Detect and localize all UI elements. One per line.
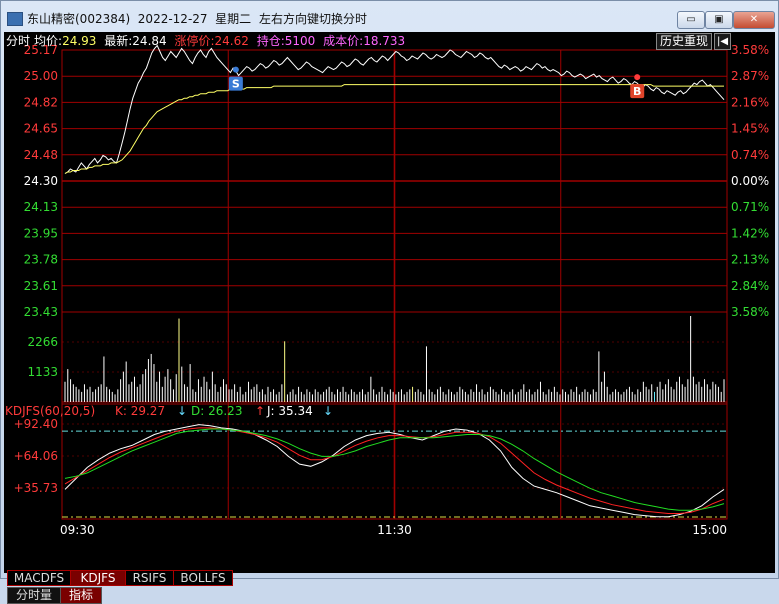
price-tick-label: 24.13 — [24, 200, 58, 214]
volume-tick-label: 1133 — [27, 365, 58, 379]
kdj-header-text: ↓ — [177, 404, 187, 418]
tab-macdfs[interactable]: MACDFS — [7, 570, 71, 586]
pct-tick-label: 0.74% — [731, 148, 769, 162]
x-axis-label: 15:00 — [692, 523, 727, 537]
price-tick-label: 25.00 — [24, 69, 58, 83]
navigation-hint: 左右方向键切换分时 — [259, 12, 368, 26]
price-tick-label: 24.30 — [24, 174, 58, 188]
last-value: 24.84 — [132, 34, 167, 48]
price-tick-label: 23.95 — [24, 226, 58, 240]
position-label: 持仓: — [256, 34, 285, 48]
kdj-tick-label: +64.06 — [14, 449, 58, 463]
limit-label: 涨停价: — [174, 34, 215, 48]
tab-volume[interactable]: 分时量 — [7, 587, 61, 604]
trade-marker-dot — [634, 74, 641, 81]
kdj-header-text: ↑ — [255, 404, 265, 418]
tab-rsifs[interactable]: RSIFS — [125, 570, 174, 586]
pct-tick-label: 2.13% — [731, 253, 769, 267]
chart-svg[interactable]: 25.17 3.58%25.00 2.87%24.82 2.16%24.65 1.45%… — [4, 32, 775, 573]
tab-indicator[interactable]: 指标 — [60, 587, 102, 604]
kdj-header-text: ↓ — [323, 404, 333, 418]
pct-tick-label: 1.45% — [731, 122, 769, 136]
price-tick-label: 23.43 — [24, 305, 58, 319]
pct-tick-label: 1.42% — [731, 226, 769, 240]
volume-tick-label: 2266 — [27, 335, 58, 349]
kdj-header-text: KDJFS(60,20,5) — [5, 404, 95, 418]
x-axis-label: 09:30 — [60, 523, 95, 537]
price-tick-label: 24.48 — [24, 148, 58, 162]
price-tick-label: 24.65 — [24, 122, 58, 136]
pct-tick-label: 0.00% — [731, 174, 769, 188]
kdj-header-text: K: 29.27 — [115, 404, 165, 418]
pct-tick-label: 0.71% — [731, 200, 769, 214]
kdj-tick-label: +35.73 — [14, 481, 58, 495]
cost-label: 成本价: — [323, 34, 364, 48]
last-label: 最新: — [104, 34, 133, 48]
replay-back-icon[interactable]: |◀ — [714, 33, 731, 50]
price-tick-label: 24.82 — [24, 95, 58, 109]
pct-tick-label: 2.87% — [731, 69, 769, 83]
tab-kdjfs[interactable]: KDJFS — [70, 570, 126, 586]
position-value: 5100 — [284, 34, 316, 48]
pct-tick-label: 2.84% — [731, 279, 769, 293]
limit-value: 24.62 — [214, 34, 249, 48]
x-axis-label: 11:30 — [377, 523, 412, 537]
maximize-button[interactable]: ▣ — [705, 11, 733, 29]
trade-marker-label: B — [633, 85, 641, 98]
pct-tick-label: 3.58% — [731, 43, 769, 57]
mode-label: 分时 — [6, 34, 31, 48]
minimize-button[interactable]: ▭ — [677, 11, 705, 29]
info-bar: 分时 均价:24.93 最新:24.84 涨停价:24.62 持仓:5100 成本… — [6, 32, 409, 48]
window-title: 东山精密(002384) 2022-12-27 星期二 — [27, 12, 252, 26]
trade-marker-dot — [232, 66, 239, 73]
tab-bollfs[interactable]: BOLLFS — [173, 570, 233, 586]
chart-area: 25.17 3.58% 25.00 2.87% 24.82 2.16% 24.65 1.45%… — [4, 32, 775, 604]
avg-label: 均价: — [34, 34, 63, 48]
app-window: 东山精密(002384) 2022-12-27 星期二 左右方向键切换分时 ▭ … — [0, 0, 779, 604]
app-icon — [7, 12, 23, 26]
close-button[interactable]: ✕ — [733, 11, 775, 29]
cost-value: 18.733 — [363, 34, 406, 48]
trade-marker-label: S — [232, 78, 240, 91]
title-bar: 东山精密(002384) 2022-12-27 星期二 左右方向键切换分时 ▭ … — [1, 1, 778, 32]
pct-tick-label: 2.16% — [731, 95, 769, 109]
kdj-tick-label: +92.40 — [14, 417, 58, 431]
avg-value: 24.93 — [62, 34, 97, 48]
price-tick-label: 23.61 — [24, 279, 58, 293]
kdj-header-text: J: 35.34 — [266, 404, 313, 418]
pct-tick-label: 3.58% — [731, 305, 769, 319]
history-replay-button[interactable]: 历史重现 — [656, 33, 712, 50]
kdj-header-text: D: 26.23 — [191, 404, 242, 418]
price-tick-label: 23.78 — [24, 253, 58, 267]
